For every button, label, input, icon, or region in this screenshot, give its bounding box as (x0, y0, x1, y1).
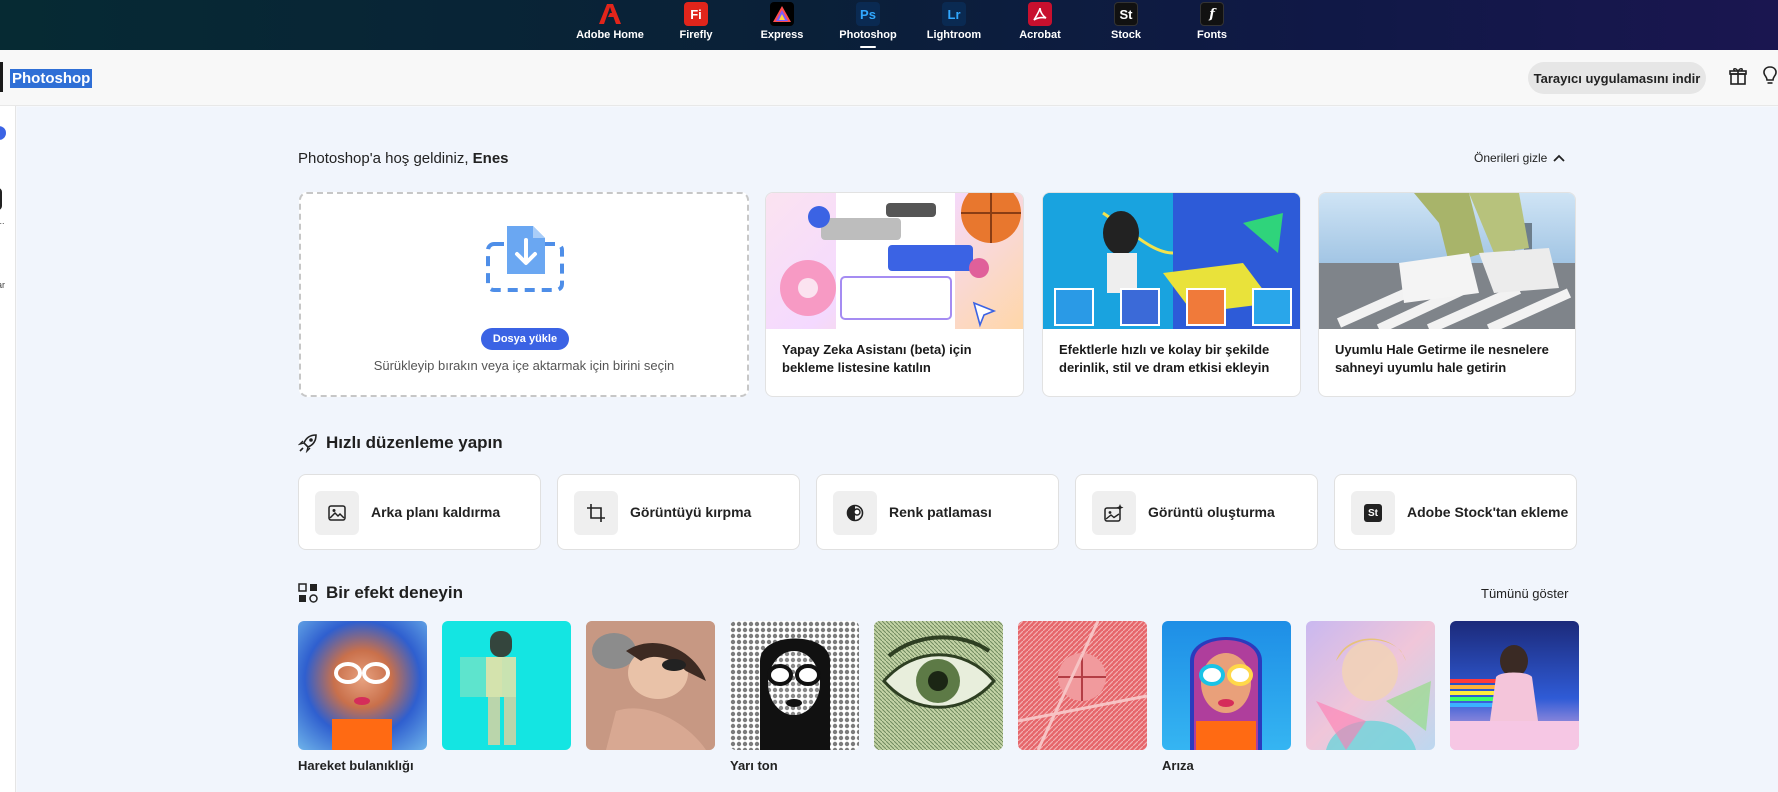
card-text: Uyumlu Hale Getirme ile nesnelere (1335, 342, 1549, 357)
app-acrobat[interactable]: Acrobat (997, 2, 1083, 48)
effect-thumb-2[interactable] (442, 621, 571, 750)
chevron-up-icon (1553, 154, 1565, 162)
quick-action-label: Adobe Stock'tan ekleme (1407, 504, 1569, 520)
upload-file-button[interactable]: Dosya yükle (481, 328, 569, 350)
app-adobe-home[interactable]: Adobe Home (567, 2, 653, 48)
acrobat-icon (1028, 2, 1052, 26)
generate-image-icon (1092, 491, 1136, 535)
quick-action-label: Arka planı kaldırma (371, 504, 501, 520)
quick-edit-title: Hızlı düzenleme yapın (326, 433, 503, 452)
card-text: derinlik, stil ve dram etkisi ekleyin (1059, 360, 1270, 375)
stock-icon: St (1351, 491, 1395, 535)
show-all-link[interactable]: Tümünü göster (1481, 586, 1568, 601)
effect-thumb-halftone[interactable] (730, 621, 859, 750)
app-label: Photoshop (839, 29, 897, 41)
app-express[interactable]: Express (739, 2, 825, 48)
card-text: Efektlerle hızlı ve kolay bir şekilde (1059, 342, 1270, 357)
effect-label-halftone: Yarı ton (730, 758, 778, 773)
card-text: Yapay Zeka Asistanı (beta) için (782, 342, 972, 357)
app-photoshop[interactable]: Ps Photoshop (825, 2, 911, 48)
user-name: Enes (472, 150, 509, 167)
suggestion-card-ai-assistant[interactable]: Yapay Zeka Asistanı (beta) için bekleme … (765, 192, 1024, 397)
upload-dropzone[interactable]: Dosya yükle Sürükleyip bırakın veya içe … (299, 192, 749, 397)
color-pop-icon (833, 491, 877, 535)
effects-heading: Bir efekt deneyin (298, 583, 463, 603)
rail-label: ar (0, 280, 6, 290)
rail-label: ... (0, 216, 5, 226)
lightbulb-icon[interactable] (1760, 66, 1778, 86)
card-text: bekleme listesine katılın (782, 360, 931, 375)
firefly-icon: Fi (684, 2, 708, 26)
card-text: sahneyi uyumlu hale getirin (1335, 360, 1507, 375)
app-firefly[interactable]: Fi Firefly (653, 2, 739, 48)
app-logo[interactable] (0, 62, 3, 92)
lightroom-icon: Lr (942, 2, 966, 26)
quick-action-label: Görüntüyü kırpma (630, 504, 752, 520)
dropzone-hint: Sürükleyip bırakın veya içe aktarmak içi… (373, 358, 675, 373)
quick-action-generate-image[interactable]: Görüntü oluşturma (1075, 474, 1318, 550)
app-label: Lightroom (926, 29, 982, 41)
effects-icon (298, 583, 318, 603)
left-rail: r ... ar (0, 106, 16, 792)
effects-illustration (1043, 193, 1300, 329)
app-label: Firefly (679, 29, 713, 41)
app-label: Adobe Home (576, 29, 644, 41)
download-app-button[interactable]: Tarayıcı uygulamasını indir (1528, 62, 1706, 94)
rail-home-icon[interactable] (0, 126, 6, 140)
effect-thumb-motion-blur[interactable] (298, 621, 427, 750)
app-switcher-bar: Adobe Home Fi Firefly Express Ps Photosh… (0, 0, 1778, 50)
app-lightroom[interactable]: Lr Lightroom (911, 2, 997, 48)
express-icon (770, 2, 794, 26)
effect-label-motion-blur: Hareket bulanıklığı (298, 758, 414, 773)
welcome-heading: Photoshop'a hoş geldiniz, Enes (298, 150, 509, 167)
upload-icon (485, 222, 565, 299)
harmonize-illustration (1319, 193, 1575, 329)
quick-action-remove-background[interactable]: Arka planı kaldırma (298, 474, 541, 550)
effect-thumb-9[interactable] (1450, 621, 1579, 750)
app-label: Acrobat (1019, 29, 1061, 41)
stock-icon: St (1114, 2, 1138, 26)
effect-thumb-3[interactable] (586, 621, 715, 750)
effect-label-glitch: Arıza (1162, 758, 1194, 773)
photoshop-icon: Ps (856, 2, 880, 26)
effect-thumb-glitch[interactable] (1162, 621, 1291, 750)
effect-thumb-6[interactable] (1018, 621, 1147, 750)
welcome-text: Photoshop'a hoş geldiniz, (298, 150, 473, 167)
quick-action-crop[interactable]: Görüntüyü kırpma (557, 474, 800, 550)
gift-icon[interactable] (1728, 66, 1748, 86)
crop-icon (574, 491, 618, 535)
page-title: Photoshop (10, 69, 93, 88)
app-label: Express (760, 29, 804, 41)
app-label: Fonts (1197, 29, 1227, 41)
suggestion-card-effects[interactable]: Efektlerle hızlı ve kolay bir şekilde de… (1042, 192, 1301, 397)
ai-assistant-illustration (766, 193, 1023, 329)
image-icon (315, 491, 359, 535)
effect-thumb-8[interactable] (1306, 621, 1435, 750)
adobe-home-icon (598, 2, 622, 26)
quick-action-adobe-stock[interactable]: St Adobe Stock'tan ekleme (1334, 474, 1577, 550)
quick-action-label: Renk patlaması (889, 504, 992, 520)
app-label: Stock (1111, 29, 1141, 41)
quick-action-color-pop[interactable]: Renk patlaması (816, 474, 1059, 550)
app-stock[interactable]: St Stock (1083, 2, 1169, 48)
quick-action-label: Görüntü oluşturma (1148, 504, 1275, 520)
page-header: Photoshop Tarayıcı uygulamasını indir (0, 50, 1778, 106)
suggestion-card-harmonize[interactable]: Uyumlu Hale Getirme ile nesnelere sahney… (1318, 192, 1576, 397)
rail-files-icon[interactable] (0, 188, 2, 210)
rocket-icon (298, 434, 317, 453)
effect-thumb-5[interactable] (874, 621, 1003, 750)
quick-edit-heading: Hızlı düzenleme yapın (298, 433, 503, 453)
hide-suggestions-label: Önerileri gizle (1474, 151, 1548, 165)
hide-suggestions-button[interactable]: Önerileri gizle (1474, 151, 1565, 165)
fonts-icon: f (1200, 2, 1224, 26)
effects-title: Bir efekt deneyin (326, 583, 463, 602)
app-fonts[interactable]: f Fonts (1169, 2, 1255, 48)
